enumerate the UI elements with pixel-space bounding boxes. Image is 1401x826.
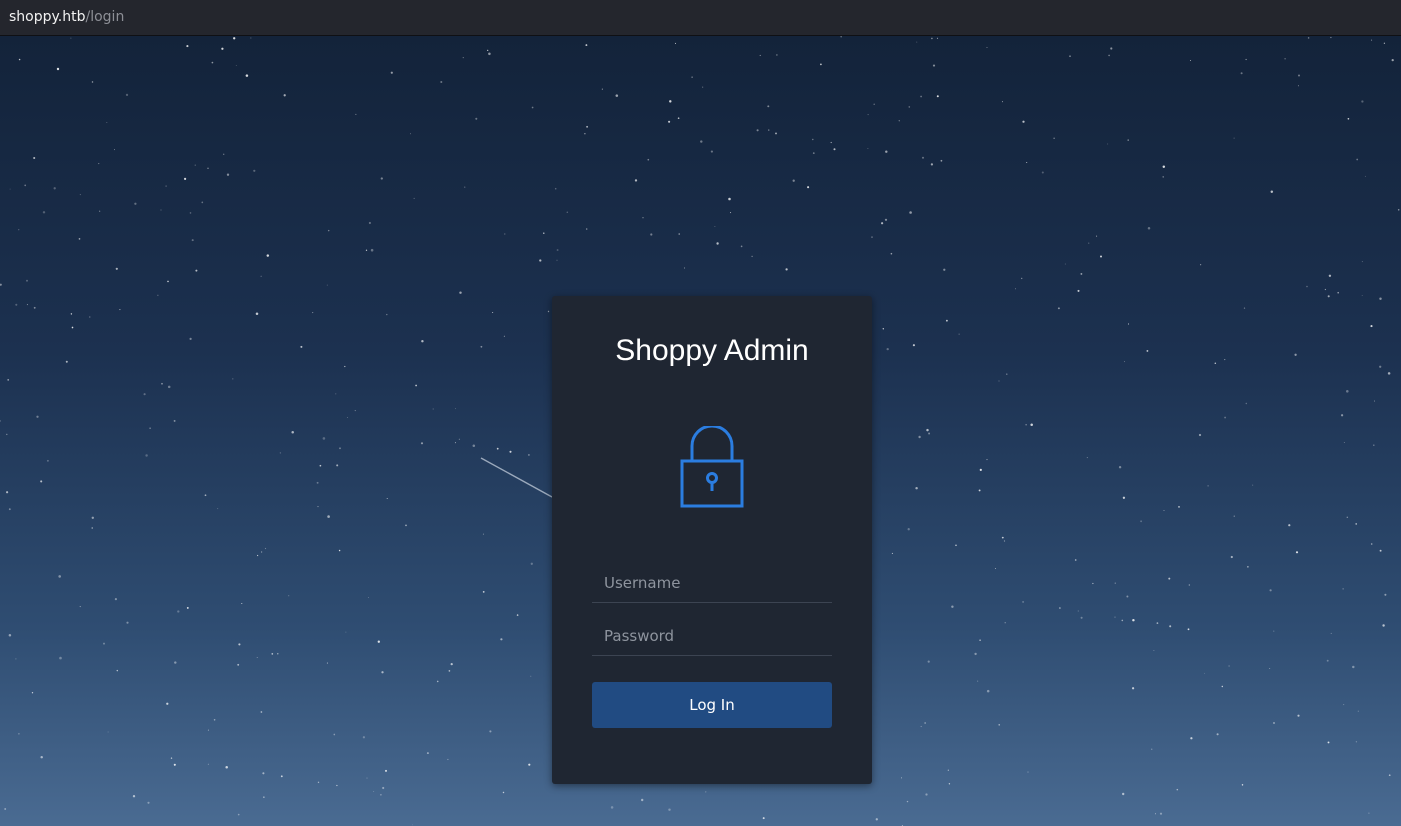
login-title: Shoppy Admin bbox=[615, 334, 809, 367]
starry-sky-background: Shoppy Admin Log In bbox=[0, 36, 1401, 826]
lock-icon bbox=[680, 426, 744, 508]
url-host: shoppy.htb bbox=[9, 9, 86, 25]
address-bar[interactable]: shoppy.htb/login bbox=[0, 0, 1401, 36]
url-text[interactable]: shoppy.htb/login bbox=[9, 9, 124, 25]
login-button[interactable]: Log In bbox=[592, 682, 832, 728]
shooting-star bbox=[480, 457, 553, 498]
login-card: Shoppy Admin Log In bbox=[552, 296, 872, 784]
url-path: /login bbox=[85, 9, 125, 25]
username-field[interactable] bbox=[592, 563, 832, 603]
password-field[interactable] bbox=[592, 616, 832, 656]
